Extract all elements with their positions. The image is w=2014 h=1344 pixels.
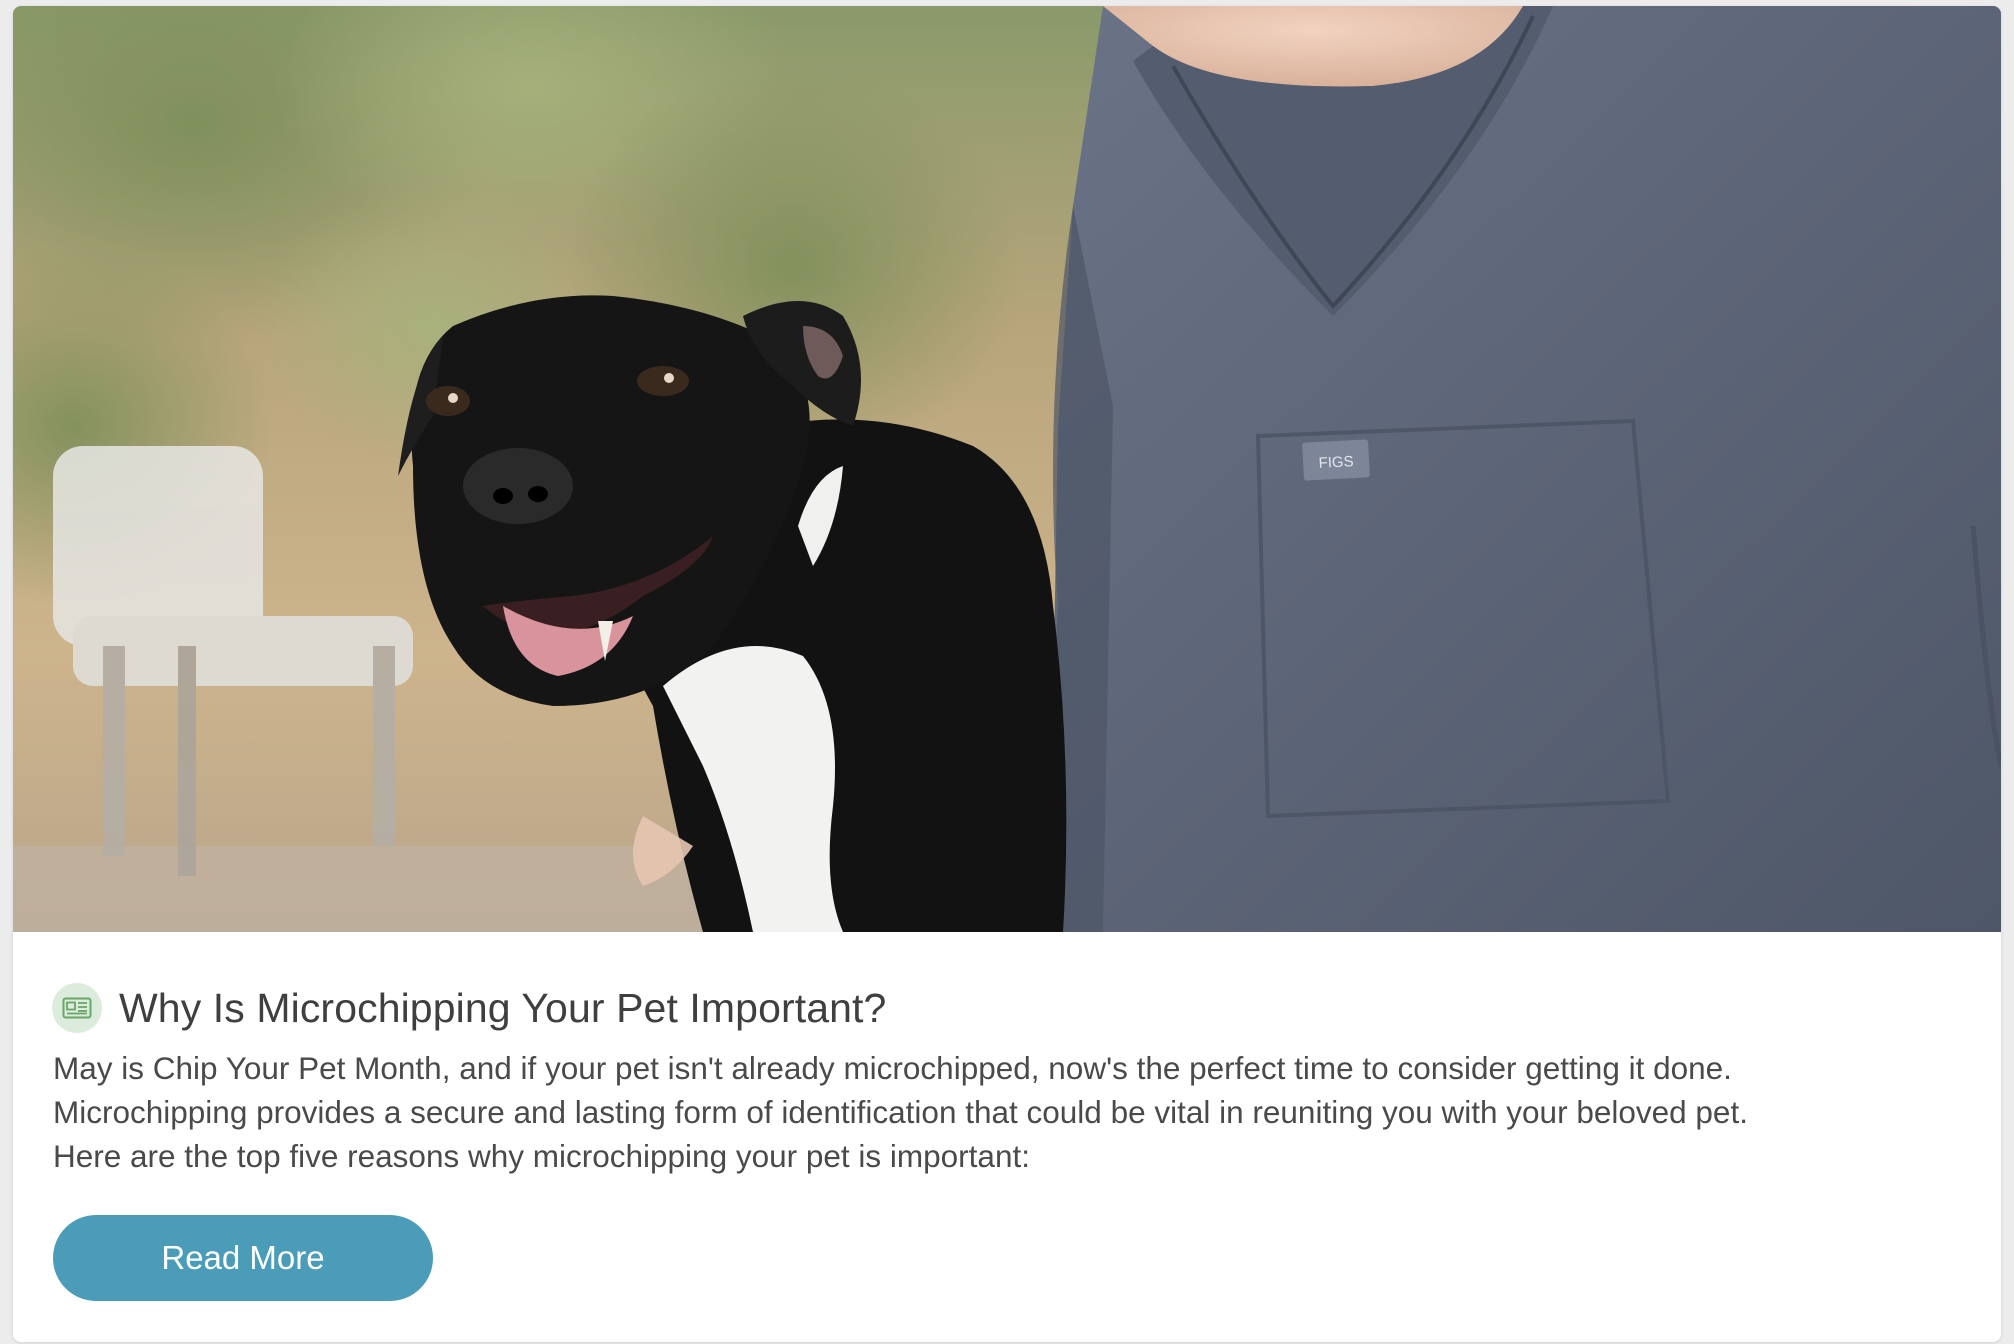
excerpt-line: Microchipping provides a secure and last… [53, 1094, 1748, 1130]
hero-image: FIGS [13, 6, 2001, 932]
excerpt-line: May is Chip Your Pet Month, and if your … [53, 1050, 1732, 1086]
read-more-button[interactable]: Read More [53, 1215, 433, 1301]
scrub-tag-text: FIGS [1318, 453, 1354, 472]
title-row: Why Is Microchipping Your Pet Important? [52, 980, 886, 1036]
article-content: Why Is Microchipping Your Pet Important?… [13, 932, 2001, 1342]
article-excerpt: May is Chip Your Pet Month, and if your … [53, 1046, 1983, 1178]
article-title: Why Is Microchipping Your Pet Important? [119, 984, 887, 1031]
excerpt-line: Here are the top five reasons why microc… [53, 1138, 1030, 1174]
article-card: FIGS Why Is Microchipping Your Pet Impor… [13, 6, 2001, 1342]
newspaper-icon [52, 983, 102, 1033]
